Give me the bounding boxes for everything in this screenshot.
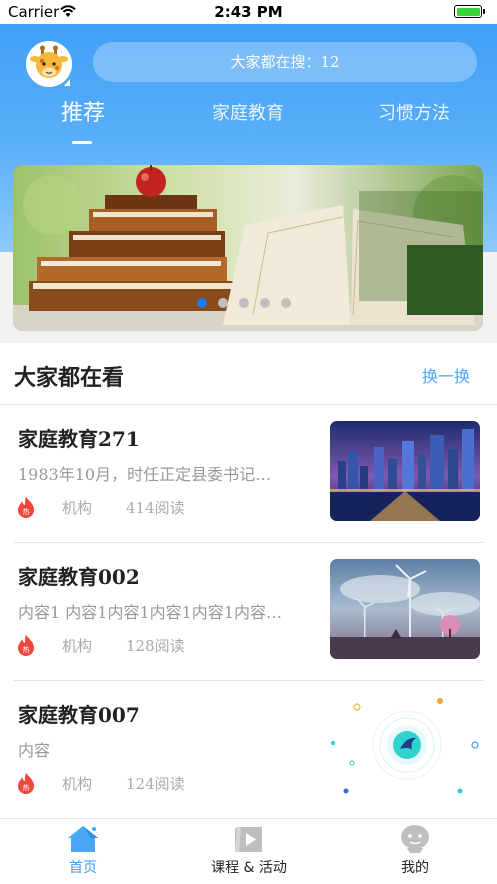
carousel-dot-2 bbox=[218, 298, 228, 308]
article-summary: 1983年10月，时任正定县委书记… bbox=[18, 465, 272, 484]
tabbar-courses[interactable]: 课程 & 活动 bbox=[166, 819, 332, 884]
article-card[interactable]: 家庭教育002 内容1 内容1内容1内容1内容1内容… 热 机构 128阅读 bbox=[0, 543, 497, 681]
article-card[interactable]: 家庭教育271 1983年10月，时任正定县委书记… 热 机构 414阅读 bbox=[0, 405, 497, 543]
tabbar-label: 首页 bbox=[69, 860, 97, 876]
search-bar[interactable]: 大家都在搜：12 bbox=[93, 42, 477, 82]
article-title: 家庭教育007 bbox=[18, 703, 140, 727]
avatar-badge bbox=[64, 79, 70, 86]
svg-text:热: 热 bbox=[23, 783, 30, 792]
hot-icon: 热 bbox=[18, 635, 34, 656]
carousel-dot-4 bbox=[260, 298, 270, 308]
article-org: 机构 bbox=[62, 499, 93, 517]
article-reads: 128阅读 bbox=[126, 637, 185, 655]
article-thumbnail bbox=[330, 559, 480, 659]
home-icon bbox=[68, 826, 98, 852]
clock: 2:43 PM bbox=[214, 3, 283, 21]
article-card[interactable]: 家庭教育007 内容 热 机构 124阅读 bbox=[0, 681, 497, 819]
tabbar-label: 我的 bbox=[401, 860, 429, 876]
tab-indicator bbox=[72, 141, 92, 144]
hot-icon: 热 bbox=[18, 497, 34, 518]
tab-habit-methods[interactable]: 习惯方法 bbox=[339, 96, 489, 132]
section-title: 大家都在看 bbox=[14, 366, 125, 391]
tabbar-home[interactable]: 首页 bbox=[0, 819, 166, 884]
battery-icon bbox=[454, 5, 485, 18]
article-org: 机构 bbox=[62, 637, 93, 655]
tabbar-label: 课程 & 活动 bbox=[211, 860, 287, 876]
carousel-indicator bbox=[13, 294, 483, 313]
user-icon bbox=[401, 825, 429, 853]
hot-icon: 热 bbox=[18, 773, 34, 794]
svg-text:热: 热 bbox=[23, 507, 30, 516]
article-summary: 内容 bbox=[18, 741, 51, 760]
svg-text:热: 热 bbox=[23, 645, 30, 654]
tab-recommended[interactable]: 推荐 bbox=[8, 96, 158, 132]
carousel-dot-5 bbox=[281, 298, 291, 308]
article-title: 家庭教育271 bbox=[18, 427, 140, 451]
article-thumbnail bbox=[330, 421, 480, 521]
tabbar-profile[interactable]: 我的 bbox=[332, 819, 497, 884]
tab-family-education[interactable]: 家庭教育 bbox=[173, 96, 323, 132]
article-org: 机构 bbox=[62, 775, 93, 793]
carousel-dot-1 bbox=[197, 298, 207, 308]
carousel-dot-3 bbox=[239, 298, 249, 308]
play-icon bbox=[235, 827, 262, 852]
article-thumbnail bbox=[330, 697, 480, 797]
article-summary: 内容1 内容1内容1内容1内容1内容… bbox=[18, 603, 282, 622]
tab-bar: 首页 课程 & 活动 我的 bbox=[0, 818, 497, 884]
banner-carousel[interactable] bbox=[13, 165, 483, 331]
article-reads: 124阅读 bbox=[126, 775, 185, 793]
article-reads: 414阅读 bbox=[126, 499, 185, 517]
carousel-dots bbox=[197, 298, 291, 308]
category-tabs: 推荐 家庭教育 习惯方法 bbox=[0, 96, 497, 156]
article-title: 家庭教育002 bbox=[18, 565, 140, 589]
refresh-button[interactable]: 换一换 bbox=[422, 363, 470, 387]
status-bar: Carrier 2:43 PM bbox=[0, 0, 497, 24]
